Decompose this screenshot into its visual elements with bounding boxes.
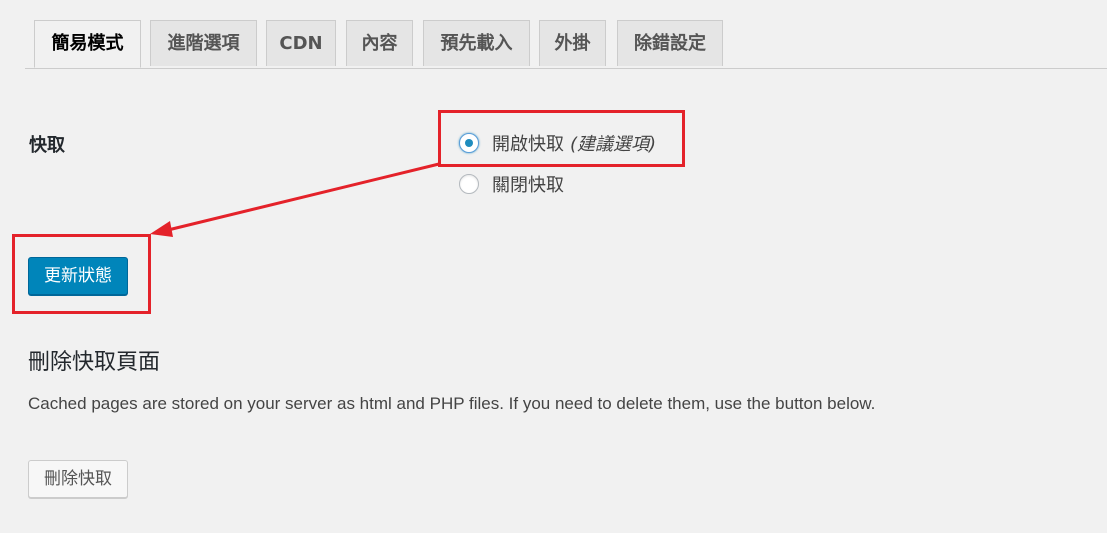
tab-debug[interactable]: 除錯設定 [617,20,723,66]
annotation-highlight-update-button [12,234,151,314]
tab-contents[interactable]: 內容 [346,20,413,66]
caching-off-radio[interactable] [459,174,479,194]
delete-cache-heading: 刪除快取頁面 [28,350,161,375]
annotation-arrow-line [167,162,440,232]
tab-cdn[interactable]: CDN [266,20,336,66]
settings-tabs: 簡易模式 進階選項 CDN 內容 預先載入 外掛 除錯設定 [25,20,1107,69]
tab-easy-mode[interactable]: 簡易模式 [34,20,141,68]
tab-preload[interactable]: 預先載入 [423,20,530,66]
tab-plugins[interactable]: 外掛 [539,20,606,66]
caching-label: 快取 [29,135,65,156]
caching-off-option[interactable]: 關閉快取 [459,171,564,197]
annotation-arrow-head [150,221,173,237]
delete-cache-description: Cached pages are stored on your server a… [28,394,876,413]
annotation-arrow [150,162,440,237]
delete-cache-button[interactable]: 刪除快取 [28,460,128,498]
tab-advanced[interactable]: 進階選項 [150,20,257,66]
annotation-highlight-caching-on [438,110,685,167]
caching-off-label: 關閉快取 [492,175,564,196]
